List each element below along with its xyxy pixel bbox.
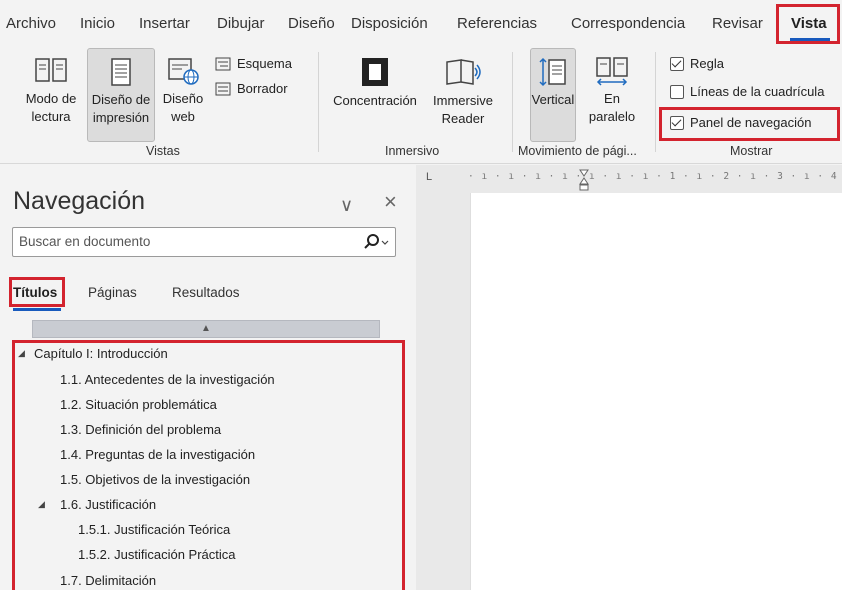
heading-label: 1.4. Preguntas de la investigación [60, 447, 256, 462]
active-tab-indicator [790, 38, 830, 41]
diseno-web-button[interactable]: Diseño web [160, 56, 206, 126]
panel-label: Panel de navegación [690, 115, 812, 130]
group-label-inmersivo: Inmersivo [385, 144, 440, 158]
heading-label: Capítulo I: Introducción [34, 346, 168, 361]
headings-tree: ◢ Capítulo I: Introducción 1.1. Antecede… [14, 343, 402, 590]
tab-dibujar[interactable]: Dibujar [217, 15, 265, 32]
group-label-mostrar: Mostrar [730, 144, 773, 158]
diseno-impresion-button[interactable]: Diseño de impresión [87, 48, 155, 142]
heading-label: 1.2. Situación problemática [60, 397, 217, 412]
heading-item[interactable]: 1.5. Objetivos de la investigación [60, 472, 250, 487]
collapse-triangle-icon[interactable]: ◢ [18, 348, 34, 359]
horizontal-ruler[interactable]: · ı · ı · ı · ı · ı · ı · ı · 1 · ı · 2 … [468, 171, 842, 189]
menu-bar: Archivo Inicio Insertar Dibujar Diseño D… [0, 0, 842, 44]
heading-label: 1.5. Objetivos de la investigación [60, 472, 251, 487]
tab-resultados[interactable]: Resultados [172, 285, 240, 300]
heading-item[interactable]: ◢ Capítulo I: Introducción [18, 346, 168, 361]
side-by-side-icon [596, 57, 628, 86]
diseno-impresion-label: Diseño de impresión [91, 92, 151, 125]
draft-icon [215, 82, 231, 95]
collapse-triangle-icon[interactable]: ◢ [38, 499, 60, 510]
document-page[interactable] [470, 193, 842, 590]
heading-label: 1.6. Justificación [60, 497, 157, 512]
checkbox-lineas-box[interactable] [670, 84, 684, 99]
tab-revisar[interactable]: Revisar [712, 15, 763, 32]
modo-lectura-button[interactable]: Modo de lectura [18, 56, 84, 126]
en-paralelo-button[interactable]: En paralelo [584, 56, 640, 126]
esquema-button[interactable]: Esquema [215, 56, 292, 71]
lineas-cuadricula-checkbox[interactable]: Líneas de la cuadrícula [670, 84, 824, 99]
borrador-label: Borrador [237, 81, 288, 96]
focus-icon [362, 58, 388, 86]
tab-disposicion[interactable]: Disposición [351, 15, 428, 32]
heading-item[interactable]: 1.2. Situación problemática [60, 397, 217, 412]
group-separator [655, 52, 656, 152]
tab-diseno[interactable]: Diseño [288, 15, 335, 32]
concentracion-button[interactable]: Concentración [326, 56, 424, 110]
diseno-web-label: Diseño web [162, 91, 204, 124]
heading-item[interactable]: 1.1. Antecedentes de la investigación [60, 372, 275, 387]
ribbon: Modo de lectura Diseño de impresión Dise… [0, 44, 842, 164]
search-box [12, 227, 396, 257]
heading-item[interactable]: 1.3. Definición del problema [60, 422, 221, 437]
vertical-button[interactable]: Vertical [530, 48, 576, 142]
panel-navegacion-checkbox[interactable]: Panel de navegación [670, 115, 811, 130]
tab-insertar[interactable]: Insertar [139, 15, 190, 32]
concentracion-label: Concentración [333, 93, 417, 108]
immersive-reader-icon [446, 59, 481, 85]
search-input[interactable] [13, 228, 353, 255]
immersive-reader-label: Immersive Reader [433, 93, 493, 126]
checkbox-panel-box[interactable] [670, 115, 684, 130]
heading-item[interactable]: 1.5.1. Justificación Teórica [78, 522, 230, 537]
tab-paginas[interactable]: Páginas [88, 285, 137, 300]
group-separator [512, 52, 513, 152]
heading-item[interactable]: 1.7. Delimitación [60, 573, 156, 588]
modo-lectura-label: Modo de lectura [25, 91, 77, 124]
tab-inicio[interactable]: Inicio [80, 15, 115, 32]
heading-label: 1.7. Delimitación [60, 573, 157, 588]
active-nav-tab-indicator [13, 308, 61, 311]
immersive-reader-button[interactable]: Immersive Reader [428, 56, 498, 128]
indent-marker-icon[interactable] [579, 169, 589, 191]
scroll-to-top-icon: ▲ [201, 323, 211, 334]
regla-label: Regla [690, 56, 724, 71]
heading-label: 1.1. Antecedentes de la investigación [60, 372, 275, 387]
checkbox-regla-box[interactable] [670, 56, 684, 71]
tab-vista[interactable]: Vista [791, 15, 827, 32]
borrador-button[interactable]: Borrador [215, 81, 288, 96]
outline-icon [215, 57, 231, 70]
scroll-up-bar[interactable]: ▲ [32, 320, 380, 338]
heading-label: 1.5.1. Justificación Teórica [78, 522, 231, 537]
esquema-label: Esquema [237, 56, 292, 71]
en-paralelo-label: En paralelo [588, 91, 636, 124]
group-label-movimiento: Movimiento de pági... [518, 144, 637, 158]
tab-referencias[interactable]: Referencias [457, 15, 537, 32]
heading-item[interactable]: ◢ 1.6. Justificación [38, 497, 156, 512]
nav-pane-title: Navegación [13, 187, 146, 215]
tab-correspondencia[interactable]: Correspondencia [571, 15, 685, 32]
heading-item[interactable]: 1.4. Preguntas de la investigación [60, 447, 255, 462]
heading-label: 1.3. Definición del problema [60, 422, 222, 437]
group-label-vistas: Vistas [146, 144, 180, 158]
lineas-label: Líneas de la cuadrícula [690, 84, 825, 99]
close-icon[interactable]: × [384, 189, 397, 215]
tab-titulos[interactable]: Títulos [13, 285, 57, 300]
heading-item[interactable]: 1.5.2. Justificación Práctica [78, 547, 236, 562]
print-layout-icon [111, 58, 131, 86]
tab-selector[interactable]: L [426, 171, 432, 183]
search-icon[interactable] [363, 232, 389, 257]
navigation-pane: Navegación ∨ × Títulos Páginas Resultado… [0, 165, 416, 590]
read-mode-icon [35, 58, 67, 82]
web-layout-icon [168, 58, 199, 85]
tab-archivo[interactable]: Archivo [6, 15, 56, 32]
document-area: L · ı · ı · ı · ı · ı · ı · ı · 1 · ı · … [416, 165, 842, 590]
vertical-scroll-icon [539, 57, 566, 87]
chevron-down-icon[interactable]: ∨ [340, 195, 353, 216]
vertical-label: Vertical [531, 92, 575, 107]
heading-label: 1.5.2. Justificación Práctica [78, 547, 236, 562]
group-separator [318, 52, 319, 152]
regla-checkbox[interactable]: Regla [670, 56, 724, 71]
